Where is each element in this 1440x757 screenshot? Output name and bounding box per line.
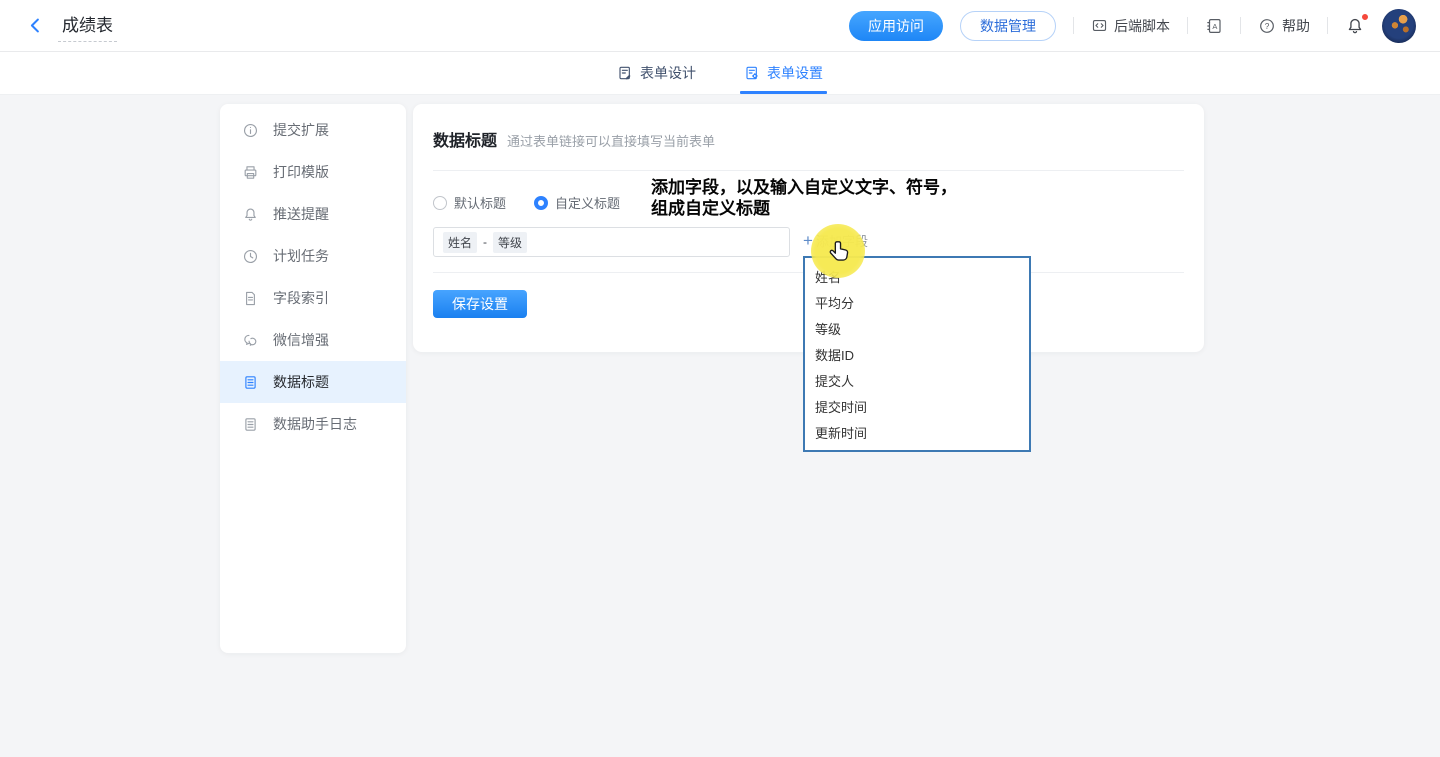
code-icon <box>1091 17 1108 34</box>
address-book-icon: A <box>1205 17 1223 35</box>
sidebar-item-wechat-enhance[interactable]: 微信增强 <box>220 319 406 361</box>
sidebar-item-label: 数据助手日志 <box>273 414 357 434</box>
topbar-left: 成绩表 <box>26 10 117 42</box>
custom-title-input[interactable]: 姓名 - 等级 <box>433 227 790 257</box>
tab-form-design-label: 表单设计 <box>640 63 696 83</box>
tab-form-settings-label: 表单设置 <box>767 63 823 83</box>
field-token[interactable]: 等级 <box>493 232 527 253</box>
field-dictionary-button[interactable]: A <box>1205 17 1223 35</box>
sidebar-item-label: 微信增强 <box>273 330 329 350</box>
dropdown-item[interactable]: 数据ID <box>805 343 1029 369</box>
divider <box>1240 17 1241 34</box>
radio-custom-title[interactable]: 自定义标题 <box>534 193 620 212</box>
sidebar-item-submit-extension[interactable]: 提交扩展 <box>220 109 406 151</box>
wechat-icon <box>242 332 259 349</box>
radio-circle-checked[interactable] <box>534 196 548 210</box>
panel-subtitle: 通过表单链接可以直接填写当前表单 <box>507 131 715 150</box>
add-field-button[interactable]: + 添加字段 <box>803 231 868 250</box>
file-icon <box>242 290 259 307</box>
radio-custom-title-label: 自定义标题 <box>555 193 620 212</box>
dropdown-item[interactable]: 提交人 <box>805 369 1029 395</box>
sidebar-item-label: 推送提醒 <box>273 204 329 224</box>
radio-circle-unchecked[interactable] <box>433 196 447 210</box>
dropdown-item[interactable]: 等级 <box>805 317 1029 343</box>
svg-text:?: ? <box>1265 21 1270 30</box>
clock-icon <box>242 248 259 265</box>
backend-script-label: 后端脚本 <box>1114 16 1170 36</box>
list-icon <box>242 374 259 391</box>
sidebar-item-label: 字段索引 <box>273 288 329 308</box>
topbar-right: 应用访问 数据管理 后端脚本 A ? 帮助 <box>849 9 1416 43</box>
tutorial-annotation: 添加字段，以及输入自定义文字、符号， 组成自定义标题 <box>651 177 957 219</box>
sidebar-item-label: 提交扩展 <box>273 120 329 140</box>
form-design-icon <box>617 65 633 81</box>
backend-script-button[interactable]: 后端脚本 <box>1091 16 1170 36</box>
tab-form-settings[interactable]: 表单设置 <box>742 52 825 94</box>
dropdown-item[interactable]: 提交时间 <box>805 395 1029 421</box>
panel-title: 数据标题 <box>433 127 497 151</box>
title-mode-radio-group: 默认标题 自定义标题 <box>433 193 620 212</box>
printer-icon <box>242 164 259 181</box>
help-label: 帮助 <box>1282 16 1310 36</box>
plus-icon: + <box>803 232 813 249</box>
back-chevron-icon <box>26 16 45 35</box>
annotation-line-2: 组成自定义标题 <box>651 198 957 219</box>
field-dropdown: 姓名 平均分 等级 数据ID 提交人 提交时间 更新时间 <box>803 256 1031 452</box>
data-manage-button[interactable]: 数据管理 <box>960 11 1056 41</box>
help-button[interactable]: ? 帮助 <box>1258 16 1310 36</box>
dropdown-item[interactable]: 更新时间 <box>805 421 1029 447</box>
annotation-line-1: 添加字段，以及输入自定义文字、符号， <box>651 177 957 198</box>
sidebar-item-data-assistant-log[interactable]: 数据助手日志 <box>220 403 406 445</box>
sidebar-item-scheduled-task[interactable]: 计划任务 <box>220 235 406 277</box>
notifications-button[interactable] <box>1345 16 1365 36</box>
dropdown-item[interactable]: 平均分 <box>805 291 1029 317</box>
divider <box>1187 17 1188 34</box>
sidebar-item-field-index[interactable]: 字段索引 <box>220 277 406 319</box>
save-settings-button[interactable]: 保存设置 <box>433 290 527 318</box>
sidebar-item-label: 数据标题 <box>273 372 329 392</box>
dropdown-item[interactable]: 姓名 <box>805 265 1029 291</box>
form-settings-icon <box>744 65 760 81</box>
radio-default-title[interactable]: 默认标题 <box>433 193 506 212</box>
token-separator: - <box>483 235 487 249</box>
sidebar-item-data-title[interactable]: 数据标题 <box>220 361 406 403</box>
bell-icon <box>242 206 259 223</box>
topbar: 成绩表 应用访问 数据管理 后端脚本 A ? <box>0 0 1440 52</box>
user-avatar[interactable] <box>1382 9 1416 43</box>
form-title[interactable]: 成绩表 <box>58 10 117 42</box>
sidebar-item-print-template[interactable]: 打印模版 <box>220 151 406 193</box>
info-icon <box>242 122 259 139</box>
svg-text:A: A <box>1212 21 1217 30</box>
radio-default-title-label: 默认标题 <box>454 193 506 212</box>
divider <box>1073 17 1074 34</box>
back-button[interactable] <box>26 16 45 35</box>
question-circle-icon: ? <box>1258 17 1276 35</box>
divider <box>433 170 1184 171</box>
add-field-label: 添加字段 <box>816 231 868 250</box>
divider <box>1327 17 1328 34</box>
settings-sidebar: 提交扩展 打印模版 推送提醒 计划任务 字段索引 <box>220 104 406 653</box>
panel-header: 数据标题 通过表单链接可以直接填写当前表单 <box>413 104 1204 151</box>
sidebar-item-label: 打印模版 <box>273 162 329 182</box>
field-token[interactable]: 姓名 <box>443 232 477 253</box>
app-access-button[interactable]: 应用访问 <box>849 11 943 41</box>
tabbar: 表单设计 表单设置 <box>0 52 1440 95</box>
log-icon <box>242 416 259 433</box>
tab-form-design[interactable]: 表单设计 <box>615 52 698 94</box>
sidebar-item-label: 计划任务 <box>273 246 329 266</box>
sidebar-item-push-reminder[interactable]: 推送提醒 <box>220 193 406 235</box>
app-screen: 成绩表 应用访问 数据管理 后端脚本 A ? <box>0 0 1440 757</box>
notification-badge <box>1361 13 1369 21</box>
